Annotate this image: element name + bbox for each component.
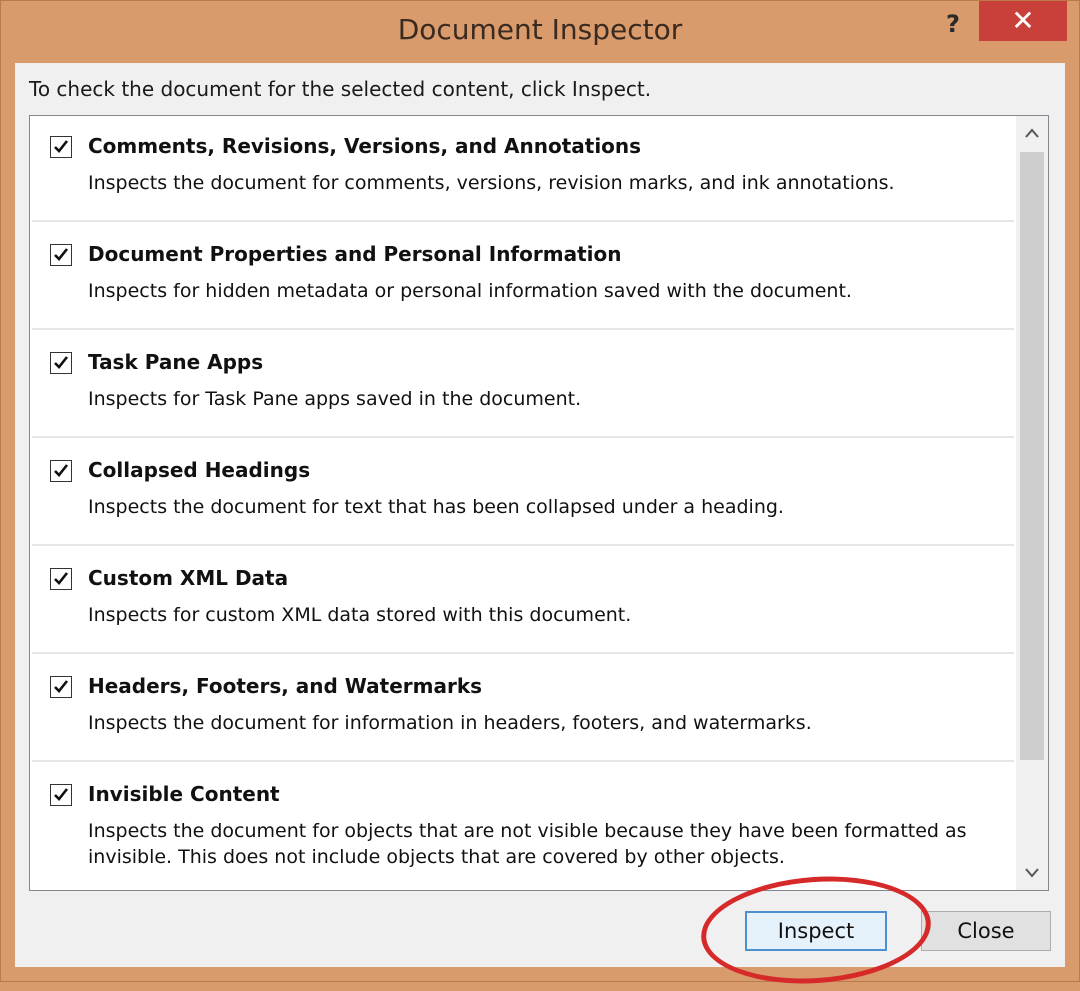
checkmark-icon (54, 464, 69, 477)
item-title: Comments, Revisions, Versions, and Annot… (88, 134, 642, 158)
item-description: Inspects the document for text that has … (88, 496, 784, 518)
list-item: Headers, Footers, and Watermarks Inspect… (32, 656, 1014, 762)
item-title: Task Pane Apps (88, 350, 264, 374)
help-button[interactable]: ? (933, 7, 973, 41)
checkbox-invisible-content[interactable] (50, 784, 72, 806)
window-close-button[interactable]: ✕ (979, 1, 1067, 41)
vertical-scrollbar[interactable] (1016, 116, 1048, 890)
item-description: Inspects the document for objects that a… (88, 820, 967, 868)
checkbox-headers-footers[interactable] (50, 676, 72, 698)
checkmark-icon (54, 140, 69, 153)
checkbox-custom-xml-data[interactable] (50, 568, 72, 590)
checkmark-icon (54, 572, 69, 585)
inspect-button[interactable]: Inspect (745, 911, 887, 951)
divider (32, 760, 1014, 762)
title-bar: Document Inspector ? ✕ (1, 1, 1079, 61)
checkbox-comments[interactable] (50, 136, 72, 158)
dialog-body: To check the document for the selected c… (15, 63, 1065, 991)
divider (32, 436, 1014, 438)
item-title: Invisible Content (88, 782, 280, 806)
divider (32, 328, 1014, 330)
scroll-down-button[interactable] (1016, 856, 1048, 890)
divider (32, 652, 1014, 654)
scroll-up-button[interactable] (1016, 116, 1048, 150)
list-item: Invisible Content Inspects the document … (32, 764, 1014, 890)
checkmark-icon (54, 248, 69, 261)
window-title: Document Inspector (397, 13, 683, 46)
checkmark-icon (54, 356, 69, 369)
list-item: Custom XML Data Inspects for custom XML … (32, 548, 1014, 654)
item-description: Inspects the document for comments, vers… (88, 172, 895, 194)
list-item: Document Properties and Personal Informa… (32, 224, 1014, 330)
item-description: Inspects the document for information in… (88, 712, 812, 734)
list-item: Task Pane Apps Inspects for Task Pane ap… (32, 332, 1014, 438)
close-button[interactable]: Close (921, 911, 1051, 951)
scroll-thumb[interactable] (1020, 152, 1044, 760)
item-title: Headers, Footers, and Watermarks (88, 674, 483, 698)
item-title: Collapsed Headings (88, 458, 311, 482)
list-item: Collapsed Headings Inspects the document… (32, 440, 1014, 546)
item-description: Inspects for hidden metadata or personal… (88, 280, 852, 302)
divider (32, 220, 1014, 222)
item-title: Custom XML Data (88, 566, 289, 590)
document-inspector-window: Document Inspector ? ✕ To check the docu… (0, 0, 1080, 991)
checkbox-collapsed-headings[interactable] (50, 460, 72, 482)
inspection-list: Comments, Revisions, Versions, and Annot… (29, 115, 1049, 891)
checkmark-icon (54, 788, 69, 801)
checkbox-task-pane-apps[interactable] (50, 352, 72, 374)
chevron-up-icon (1025, 128, 1039, 138)
item-description: Inspects for Task Pane apps saved in the… (88, 388, 582, 410)
item-description: Inspects for custom XML data stored with… (88, 604, 632, 626)
chevron-down-icon (1025, 868, 1039, 878)
instruction-text: To check the document for the selected c… (29, 77, 652, 101)
item-title: Document Properties and Personal Informa… (88, 242, 622, 266)
checkmark-icon (54, 680, 69, 693)
checkbox-document-properties[interactable] (50, 244, 72, 266)
divider (32, 544, 1014, 546)
list-item: Comments, Revisions, Versions, and Annot… (32, 116, 1014, 222)
